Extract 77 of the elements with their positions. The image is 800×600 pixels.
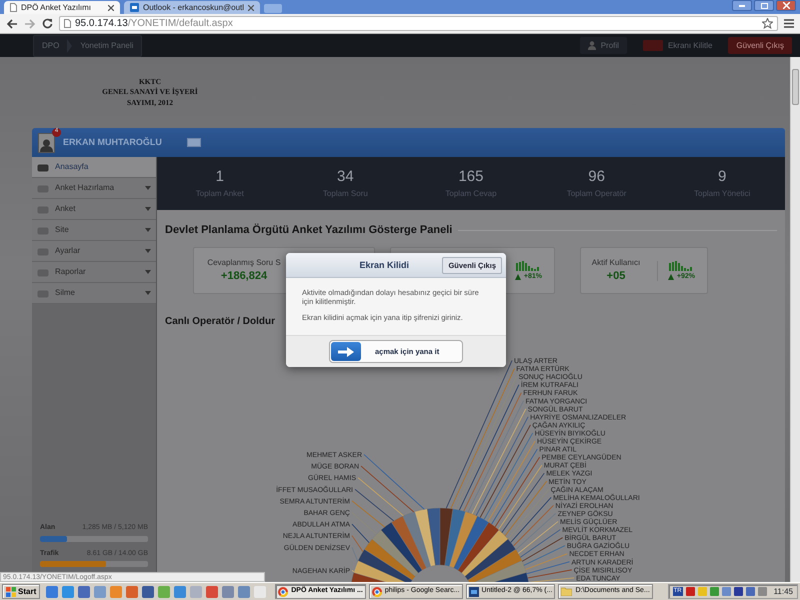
section-title: Devlet Planlama Örgütü Anket Yazılımı Gösterge Paneli bbox=[165, 224, 452, 238]
browser-icon bbox=[278, 586, 288, 596]
up-arrow-icon bbox=[668, 274, 674, 280]
image-editor-icon bbox=[468, 586, 479, 596]
page-icon bbox=[64, 19, 71, 28]
section-title: Canlı Operatör / Doldur bbox=[165, 316, 276, 330]
restore-icon bbox=[760, 2, 768, 8]
menu-item-icon bbox=[37, 246, 49, 256]
clock: 11:45 bbox=[774, 586, 793, 596]
star-icon[interactable] bbox=[762, 18, 773, 29]
minimize-icon bbox=[739, 4, 745, 6]
logout-button[interactable]: Güvenli Çıkış bbox=[728, 37, 792, 54]
quick-launch-icon[interactable] bbox=[126, 586, 138, 598]
mini-bar-chart-icon bbox=[516, 260, 540, 271]
lock-screen-button[interactable]: Ekranı Kilitle bbox=[634, 37, 720, 54]
close-icon[interactable] bbox=[108, 4, 114, 10]
address-bar[interactable]: 95.0.174.13/YONETIM/default.aspx bbox=[59, 16, 778, 31]
scrollbar[interactable] bbox=[790, 57, 800, 582]
sidebar-item[interactable]: Anket bbox=[32, 199, 156, 220]
quick-launch-icon[interactable] bbox=[78, 586, 90, 598]
sidebar-item[interactable]: Site bbox=[32, 220, 156, 241]
start-button[interactable]: Start bbox=[2, 584, 40, 599]
reload-icon[interactable] bbox=[42, 18, 53, 29]
sidebar-item[interactable]: Raporlar bbox=[32, 262, 156, 283]
user-name: ERKAN MUHTAROĞLU bbox=[63, 137, 163, 148]
up-arrow-icon bbox=[514, 274, 521, 280]
menu-icon[interactable] bbox=[784, 19, 794, 28]
card-value: +186,824 bbox=[220, 270, 268, 284]
quick-launch-icon[interactable] bbox=[142, 586, 154, 598]
quick-launch-icon[interactable] bbox=[222, 586, 234, 598]
quick-launch-icon[interactable] bbox=[174, 586, 186, 598]
stat-value: 1 bbox=[216, 168, 224, 186]
dialog-title: Ekran Kilidi bbox=[358, 260, 410, 270]
stat-value: 34 bbox=[337, 168, 354, 186]
card-label: Aktif Kullanıcı bbox=[592, 258, 640, 268]
new-tab-button[interactable] bbox=[264, 4, 282, 13]
stat-value: 96 bbox=[588, 168, 605, 186]
back-icon[interactable] bbox=[6, 18, 18, 28]
menu-item-icon bbox=[37, 268, 49, 276]
page-icon bbox=[10, 3, 17, 12]
screen-icon[interactable] bbox=[187, 138, 201, 147]
quick-launch-icon[interactable] bbox=[46, 586, 58, 598]
card-label: Cevaplanmış Soru S bbox=[207, 258, 281, 268]
mail-icon bbox=[130, 3, 139, 12]
menu-item-icon bbox=[37, 162, 49, 172]
menu-item-icon bbox=[37, 226, 49, 234]
restore-button[interactable] bbox=[754, 0, 774, 11]
avatar-icon bbox=[38, 132, 55, 152]
menu-item-icon bbox=[37, 184, 49, 192]
arrow-icon bbox=[338, 346, 354, 356]
minimize-button[interactable] bbox=[732, 0, 752, 11]
folder-icon bbox=[561, 587, 572, 596]
close-icon[interactable] bbox=[248, 4, 254, 10]
browser-icon bbox=[372, 586, 382, 596]
browser-tab[interactable]: DPÖ Anket Yazılımı bbox=[4, 1, 120, 14]
card-value: +05 bbox=[606, 270, 626, 284]
sidebar-item[interactable]: Anasayfa bbox=[32, 157, 156, 178]
quick-launch-icon[interactable] bbox=[62, 586, 74, 598]
quick-launch-icon[interactable] bbox=[94, 586, 106, 598]
quick-launch-icon[interactable] bbox=[238, 586, 250, 598]
user-icon bbox=[588, 41, 596, 50]
browser-tab[interactable]: Outlook - erkancoskun@outl bbox=[124, 1, 260, 14]
leader-line bbox=[352, 570, 354, 572]
sidebar-item[interactable]: Silme bbox=[32, 283, 156, 304]
mini-bar-chart-icon bbox=[669, 260, 694, 271]
menu-item-icon bbox=[37, 204, 49, 214]
close-icon bbox=[782, 2, 790, 9]
forward-icon[interactable] bbox=[24, 18, 36, 28]
sidebar-item[interactable]: Anket Hazırlama bbox=[32, 178, 156, 199]
stat-value: 165 bbox=[458, 168, 484, 186]
sidebar-item[interactable]: Ayarlar bbox=[32, 241, 156, 262]
stat-value: 9 bbox=[718, 168, 726, 186]
quick-launch-icon[interactable] bbox=[206, 586, 218, 598]
menu-item-icon bbox=[37, 288, 49, 298]
windows-logo-icon bbox=[6, 586, 16, 596]
scrollbar-thumb[interactable] bbox=[792, 69, 799, 105]
close-button[interactable] bbox=[776, 0, 796, 11]
